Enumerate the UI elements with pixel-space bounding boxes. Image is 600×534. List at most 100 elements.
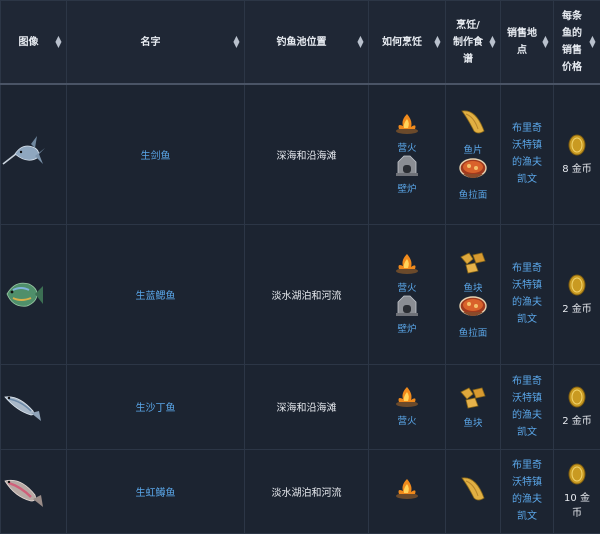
cook-item[interactable]: 壁炉	[394, 294, 420, 335]
col-header-label: 销售地	[507, 25, 537, 42]
gold-coin-icon	[567, 274, 587, 296]
recipe-label: 鱼拉面	[459, 325, 488, 339]
recipe-item[interactable]	[446, 474, 500, 509]
col-header-recipe[interactable]: 烹饪/制作食谱▲▼	[446, 1, 501, 85]
header-row: 图像 ▲▼ 名字 ▲▼ 钓鱼池位置▲▼ 如何烹饪 ▲▼ 烹饪/制作食谱▲▼ 销售地点▲…	[1, 1, 600, 85]
col-header-label: 制作食	[453, 34, 483, 51]
col-header-pool[interactable]: 钓鱼池位置▲▼	[245, 1, 369, 85]
place-line: 布里奇	[507, 260, 547, 277]
recipe-item[interactable]: 鱼拉面	[458, 156, 488, 201]
recipe-item[interactable]: 鱼拉面	[458, 294, 488, 339]
place-line: 凯文	[507, 424, 547, 441]
cook-label: 营火	[397, 140, 416, 154]
col-header-label: 价格	[562, 59, 582, 76]
price-text: 2 金币	[562, 300, 592, 315]
recipe-cell: 鱼块	[446, 364, 501, 449]
cook-item[interactable]: 营火	[393, 113, 421, 154]
cook-item[interactable]: 营火	[369, 386, 445, 427]
fish-name-cell[interactable]: 生蓝鳃鱼	[67, 224, 245, 364]
campfire-icon	[393, 253, 421, 275]
fish-nuggets-icon	[458, 384, 488, 410]
sell-place-cell[interactable]: 布里奇沃特镇的渔夫凯文	[501, 364, 554, 449]
sardine-icon	[1, 389, 66, 425]
place-line: 的渔夫	[507, 407, 547, 424]
cook-label: 壁炉	[397, 321, 416, 335]
stove-icon	[394, 294, 420, 316]
recipe-label: 鱼块	[463, 280, 482, 294]
sort-arrows-icon[interactable]: ▲▼	[589, 36, 596, 48]
cook-label: 壁炉	[397, 181, 416, 195]
cook-cell: 营火	[369, 364, 446, 449]
fish-name-cell[interactable]: 生剑鱼	[67, 84, 245, 224]
swordfish-icon	[1, 134, 66, 174]
recipe-cell	[446, 449, 501, 533]
place-line: 布里奇	[507, 120, 547, 137]
cook-cell: 营火 壁炉	[369, 84, 446, 224]
rainbow-trout-icon	[1, 471, 66, 511]
place-line: 凯文	[507, 311, 547, 328]
recipe-item[interactable]: 鱼片	[458, 107, 488, 156]
table-row: 生虹鳟鱼 淡水湖泊和河流 布里奇沃特镇的渔夫凯文 10	[1, 449, 600, 533]
price-text: 2 金币	[562, 412, 592, 427]
recipe-item[interactable]: 鱼块	[446, 384, 500, 429]
sort-arrows-icon[interactable]: ▲▼	[357, 36, 364, 48]
cook-cell: 营火 壁炉	[369, 224, 446, 364]
place-line: 沃特镇	[507, 137, 547, 154]
pool-cell: 深海和沿海滩	[245, 364, 369, 449]
col-header-cook[interactable]: 如何烹饪 ▲▼	[369, 1, 446, 85]
fish-nuggets-icon	[458, 249, 488, 275]
place-line: 布里奇	[507, 373, 547, 390]
gold-coin-icon	[567, 134, 587, 156]
place-line: 沃特镇	[507, 474, 547, 491]
fish-fillet-icon	[458, 474, 488, 504]
price-text: 8 金币	[562, 160, 592, 175]
fish-image-cell	[1, 224, 67, 364]
pool-cell: 淡水湖泊和河流	[245, 449, 369, 533]
col-header-place[interactable]: 销售地点▲▼	[501, 1, 554, 85]
pool-cell: 淡水湖泊和河流	[245, 224, 369, 364]
col-header-name[interactable]: 名字 ▲▼	[67, 1, 245, 85]
fish-name-cell[interactable]: 生虹鳟鱼	[67, 449, 245, 533]
fish-bowl-icon	[458, 294, 488, 320]
fish-name-cell[interactable]: 生沙丁鱼	[67, 364, 245, 449]
col-header-image[interactable]: 图像 ▲▼	[1, 1, 67, 85]
sort-arrows-icon[interactable]: ▲▼	[489, 36, 496, 48]
col-header-price[interactable]: 每条鱼的销售价格▲▼	[554, 1, 600, 85]
place-line: 的渔夫	[507, 154, 547, 171]
cook-label: 营火	[397, 413, 416, 427]
campfire-icon	[393, 478, 421, 500]
fish-image-cell	[1, 449, 67, 533]
col-header-label: 销售	[562, 42, 582, 59]
col-header-label: 图像	[19, 34, 39, 51]
recipe-cell: 鱼片 鱼拉面	[446, 84, 501, 224]
place-line: 凯文	[507, 171, 547, 188]
fish-table: 图像 ▲▼ 名字 ▲▼ 钓鱼池位置▲▼ 如何烹饪 ▲▼ 烹饪/制作食谱▲▼ 销售地点▲…	[0, 0, 600, 534]
sort-arrows-icon[interactable]: ▲▼	[542, 36, 549, 48]
col-header-label: 如何烹饪	[382, 34, 422, 51]
price-cell: 2 金币	[554, 364, 600, 449]
sort-arrows-icon[interactable]: ▲▼	[233, 36, 240, 48]
table-row: 生剑鱼 深海和沿海滩 营火 壁炉	[1, 84, 600, 224]
pool-cell: 深海和沿海滩	[245, 84, 369, 224]
sell-place-cell[interactable]: 布里奇沃特镇的渔夫凯文	[501, 84, 554, 224]
bluegill-icon	[1, 274, 66, 314]
price-cell: 10 金币	[554, 449, 600, 533]
col-header-label: 名字	[141, 34, 161, 51]
cook-label: 营火	[397, 280, 416, 294]
cook-item[interactable]	[369, 478, 445, 505]
place-line: 的渔夫	[507, 294, 547, 311]
cook-item[interactable]: 壁炉	[394, 154, 420, 195]
price-text: 10 金	[564, 489, 590, 504]
fish-image-cell	[1, 364, 67, 449]
cook-item[interactable]: 营火	[393, 253, 421, 294]
recipe-item[interactable]: 鱼块	[458, 249, 488, 294]
sort-arrows-icon[interactable]: ▲▼	[434, 36, 441, 48]
gold-coin-icon	[567, 463, 587, 485]
recipe-label: 鱼片	[463, 142, 482, 156]
sort-arrows-icon[interactable]: ▲▼	[55, 36, 62, 48]
cook-cell	[369, 449, 446, 533]
col-header-label: 鱼的	[562, 25, 582, 42]
sell-place-cell[interactable]: 布里奇沃特镇的渔夫凯文	[501, 224, 554, 364]
price-text: 币	[564, 504, 590, 519]
sell-place-cell[interactable]: 布里奇沃特镇的渔夫凯文	[501, 449, 554, 533]
